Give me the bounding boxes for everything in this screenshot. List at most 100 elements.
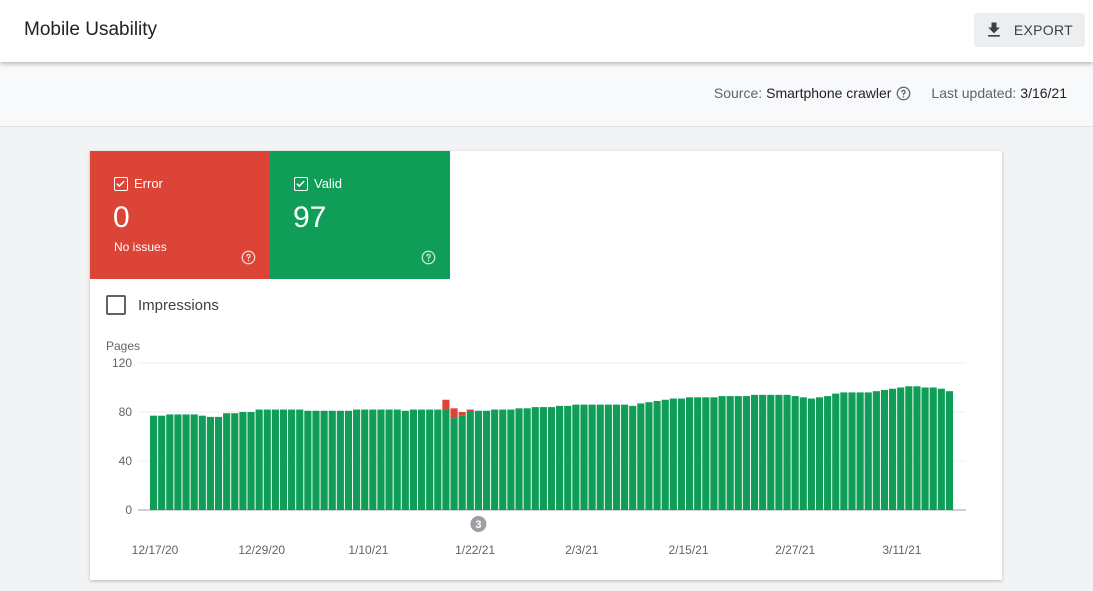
error-bar <box>466 409 474 412</box>
valid-bar <box>621 404 629 510</box>
help-icon[interactable] <box>241 250 256 265</box>
valid-bar <box>897 387 905 510</box>
valid-bar <box>385 409 393 510</box>
valid-bar <box>564 405 572 510</box>
valid-bar <box>174 414 182 510</box>
valid-bar <box>840 392 848 510</box>
valid-bar <box>734 396 742 510</box>
y-tick-label: 80 <box>119 405 133 419</box>
valid-bar <box>913 386 921 510</box>
valid-tile[interactable]: Valid 97 <box>270 151 450 279</box>
page-header: Mobile Usability EXPORT <box>0 0 1093 62</box>
error-count: 0 <box>113 201 130 234</box>
valid-bar <box>856 392 864 510</box>
valid-bar <box>336 410 344 510</box>
pages-chart[interactable]: Pages 0 40 80 120 3 12/17/20 12/29/20 1/10/21 1/2… <box>90 331 1002 571</box>
valid-bar <box>271 409 279 510</box>
valid-bar <box>872 391 880 510</box>
valid-bar <box>799 397 807 510</box>
valid-bar <box>353 409 361 510</box>
source-bar: Source: Smartphone crawler Last updated:… <box>0 62 1093 127</box>
error-tile[interactable]: Error 0 No issues <box>90 151 270 279</box>
valid-bar <box>945 391 954 510</box>
valid-bar <box>214 416 223 510</box>
export-button[interactable]: EXPORT <box>973 13 1085 47</box>
x-tick-label: 1/10/21 <box>348 543 388 557</box>
valid-bar <box>702 397 710 510</box>
valid-bar <box>409 409 418 510</box>
x-tick-label: 2/15/21 <box>668 543 708 557</box>
valid-bar <box>767 394 775 510</box>
page-title: Mobile Usability <box>24 19 158 40</box>
valid-bar <box>434 409 442 510</box>
valid-bar <box>824 396 832 510</box>
source-label: Source: <box>713 85 763 101</box>
impressions-checkbox[interactable] <box>106 295 126 315</box>
x-tick-label: 12/29/20 <box>238 543 285 557</box>
valid-bar <box>929 387 937 510</box>
valid-bar <box>206 416 214 510</box>
valid-bar <box>612 404 621 510</box>
valid-bar <box>401 410 409 510</box>
valid-bar <box>629 405 637 510</box>
valid-bar <box>190 414 198 510</box>
valid-bar <box>604 404 612 510</box>
valid-bar <box>710 397 718 510</box>
valid-bar <box>905 386 913 510</box>
valid-bar <box>783 394 791 510</box>
valid-checkbox[interactable] <box>294 176 308 191</box>
valid-bar <box>848 392 856 510</box>
valid-bar <box>369 409 377 510</box>
valid-bar <box>499 409 507 510</box>
check-icon <box>296 180 305 187</box>
valid-bar <box>759 394 767 510</box>
valid-bar <box>418 409 426 510</box>
error-checkbox[interactable] <box>114 176 128 191</box>
valid-bar <box>653 400 661 510</box>
valid-bar <box>482 410 491 510</box>
valid-bar <box>223 413 231 510</box>
valid-bar <box>677 398 686 510</box>
y-axis-label: Pages <box>106 339 140 353</box>
download-icon <box>988 22 1000 37</box>
valid-bar <box>572 404 580 510</box>
valid-bar <box>515 408 523 510</box>
x-tick-label: 12/17/20 <box>132 543 179 557</box>
valid-bar <box>742 396 750 510</box>
impressions-toggle[interactable]: Impressions <box>106 295 219 315</box>
error-bar <box>450 408 458 419</box>
valid-bar <box>588 404 596 510</box>
help-icon[interactable] <box>421 250 436 265</box>
valid-bar <box>889 388 897 510</box>
help-icon[interactable] <box>896 86 911 101</box>
valid-bar <box>637 403 645 510</box>
valid-bar <box>791 396 799 510</box>
valid-bar <box>466 412 474 510</box>
valid-bar <box>547 407 556 510</box>
valid-bar <box>361 409 369 510</box>
valid-bar <box>864 392 872 510</box>
valid-bar <box>880 389 889 510</box>
valid-count: 97 <box>293 201 327 234</box>
valid-bar <box>718 396 726 510</box>
valid-bar <box>921 387 929 510</box>
valid-bar <box>450 418 458 510</box>
valid-bar <box>304 410 312 510</box>
valid-bar <box>832 393 840 510</box>
valid-bar <box>288 409 296 510</box>
annotation-label: 3 <box>475 519 481 531</box>
last-updated-value: 3/16/21 <box>1020 85 1067 101</box>
x-tick-label: 2/27/21 <box>775 543 815 557</box>
impressions-label: Impressions <box>138 296 219 314</box>
valid-bar <box>312 410 320 510</box>
valid-bar <box>247 412 255 510</box>
valid-bar <box>474 410 482 510</box>
valid-bar <box>426 409 434 510</box>
export-label: EXPORT <box>1013 22 1073 38</box>
valid-bar <box>328 410 336 510</box>
valid-bar <box>458 415 466 510</box>
valid-bar <box>150 415 158 510</box>
error-bar <box>458 412 466 416</box>
check-icon <box>116 180 125 187</box>
valid-bar <box>344 410 353 510</box>
